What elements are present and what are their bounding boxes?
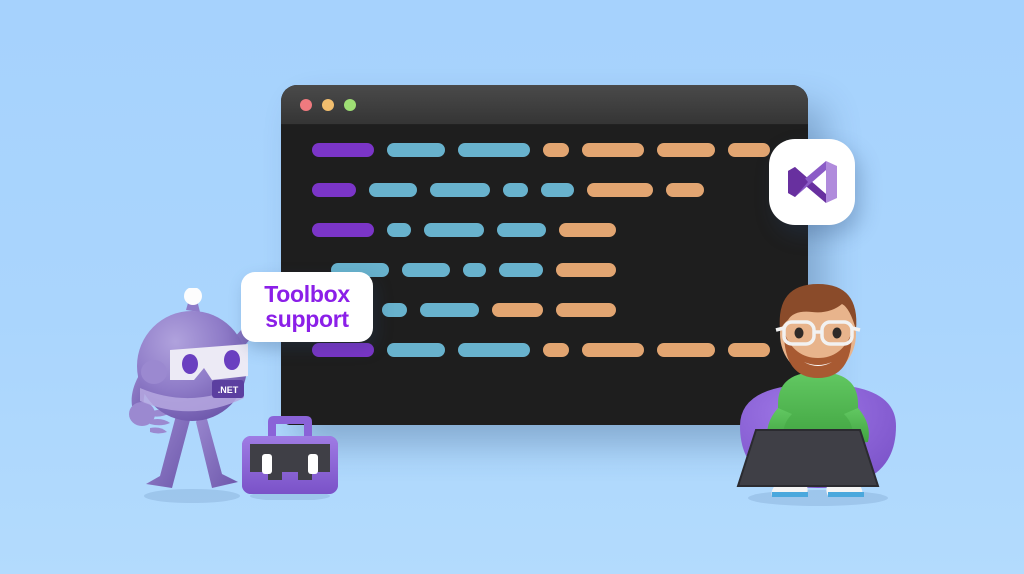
badge-line-1: Toolbox [264, 281, 350, 307]
code-token-tan [657, 343, 715, 357]
code-line-2 [281, 183, 808, 197]
code-token-blue [369, 183, 417, 197]
window-titlebar [281, 85, 808, 125]
dotnet-tag: .NET [212, 380, 244, 398]
window-controls [300, 99, 356, 111]
code-token-tan [556, 263, 616, 277]
visual-studio-logo-tile[interactable] [769, 139, 855, 225]
code-token-tan [492, 303, 543, 317]
code-token-blue [541, 183, 574, 197]
code-token-blue [497, 223, 546, 237]
code-token-tan [728, 143, 770, 157]
developer-illustration [736, 284, 896, 506]
toolbox-illustration [242, 416, 338, 501]
code-token-blue [420, 303, 479, 317]
code-line-3 [281, 223, 808, 237]
code-token-blue [387, 343, 445, 357]
code-token-purple [312, 223, 374, 237]
code-token-tan [543, 143, 569, 157]
badge-line-2: support [265, 306, 349, 332]
developer-on-beanbag [726, 276, 906, 508]
illustration-stage: Toolbox support .NET [0, 0, 1024, 574]
code-token-tan [582, 343, 644, 357]
close-dot[interactable] [300, 99, 312, 111]
code-token-blue [387, 223, 411, 237]
dotnet-tag-label: .NET [218, 385, 239, 395]
code-token-blue [430, 183, 490, 197]
code-token-blue [382, 303, 407, 317]
code-token-blue [463, 263, 486, 277]
code-token-blue [458, 143, 530, 157]
code-token-purple [312, 143, 374, 157]
code-token-tan [587, 183, 653, 197]
code-token-tan [657, 143, 715, 157]
code-token-blue [424, 223, 484, 237]
code-token-purple [312, 183, 356, 197]
code-token-tan [582, 143, 644, 157]
toolbox [236, 410, 344, 501]
code-token-blue [499, 263, 543, 277]
code-token-blue [402, 263, 450, 277]
code-token-tan [543, 343, 569, 357]
code-token-blue [458, 343, 530, 357]
visual-studio-logo-icon [788, 161, 837, 203]
code-token-tan [559, 223, 616, 237]
maximize-dot[interactable] [344, 99, 356, 111]
code-token-purple [312, 343, 374, 357]
minimize-dot[interactable] [322, 99, 334, 111]
code-token-blue [387, 143, 445, 157]
code-token-blue [503, 183, 528, 197]
code-token-tan [666, 183, 704, 197]
code-token-tan [556, 303, 616, 317]
toolbox-support-badge: Toolbox support [241, 272, 373, 342]
code-line-1 [281, 143, 808, 157]
